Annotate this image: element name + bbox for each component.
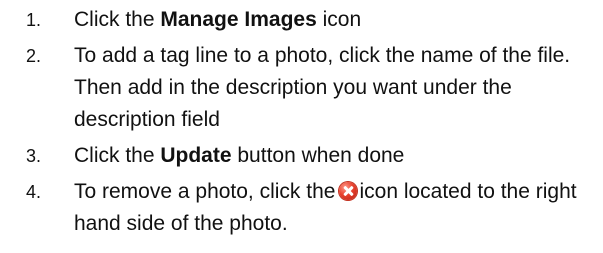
step-text-before: To remove a photo, click the <box>74 180 336 203</box>
step-text-after: button when done <box>231 144 405 167</box>
step-number: 4. <box>26 182 42 202</box>
step-3: 3. Click the Update button when done <box>0 140 603 172</box>
instructions-document: 1. Click the Manage Images icon 2. To ad… <box>0 0 603 253</box>
step-4: 4. To remove a photo, click the icon loca… <box>0 176 603 240</box>
step-text: Click the Update button when done <box>74 140 595 172</box>
step-text: To add a tag line to a photo, click the … <box>74 44 571 131</box>
step-bold-text: Update <box>160 144 232 167</box>
step-text-before: Click the <box>74 144 161 167</box>
step-number: 1. <box>26 10 42 30</box>
step-text-after: icon <box>316 8 362 31</box>
step-text-before: Click the <box>74 8 161 31</box>
remove-icon <box>339 182 358 200</box>
step-2: 2. To add a tag line to a photo, click t… <box>0 40 603 136</box>
step-number: 3. <box>26 146 42 166</box>
step-number: 2. <box>26 46 42 66</box>
step-text: To remove a photo, click the icon located… <box>74 176 595 240</box>
step-bold-text: Manage Images <box>160 8 317 31</box>
step-text: Click the Manage Images icon <box>74 4 595 36</box>
step-1: 1. Click the Manage Images icon <box>0 4 603 36</box>
steps-list: 1. Click the Manage Images icon 2. To ad… <box>0 4 603 240</box>
